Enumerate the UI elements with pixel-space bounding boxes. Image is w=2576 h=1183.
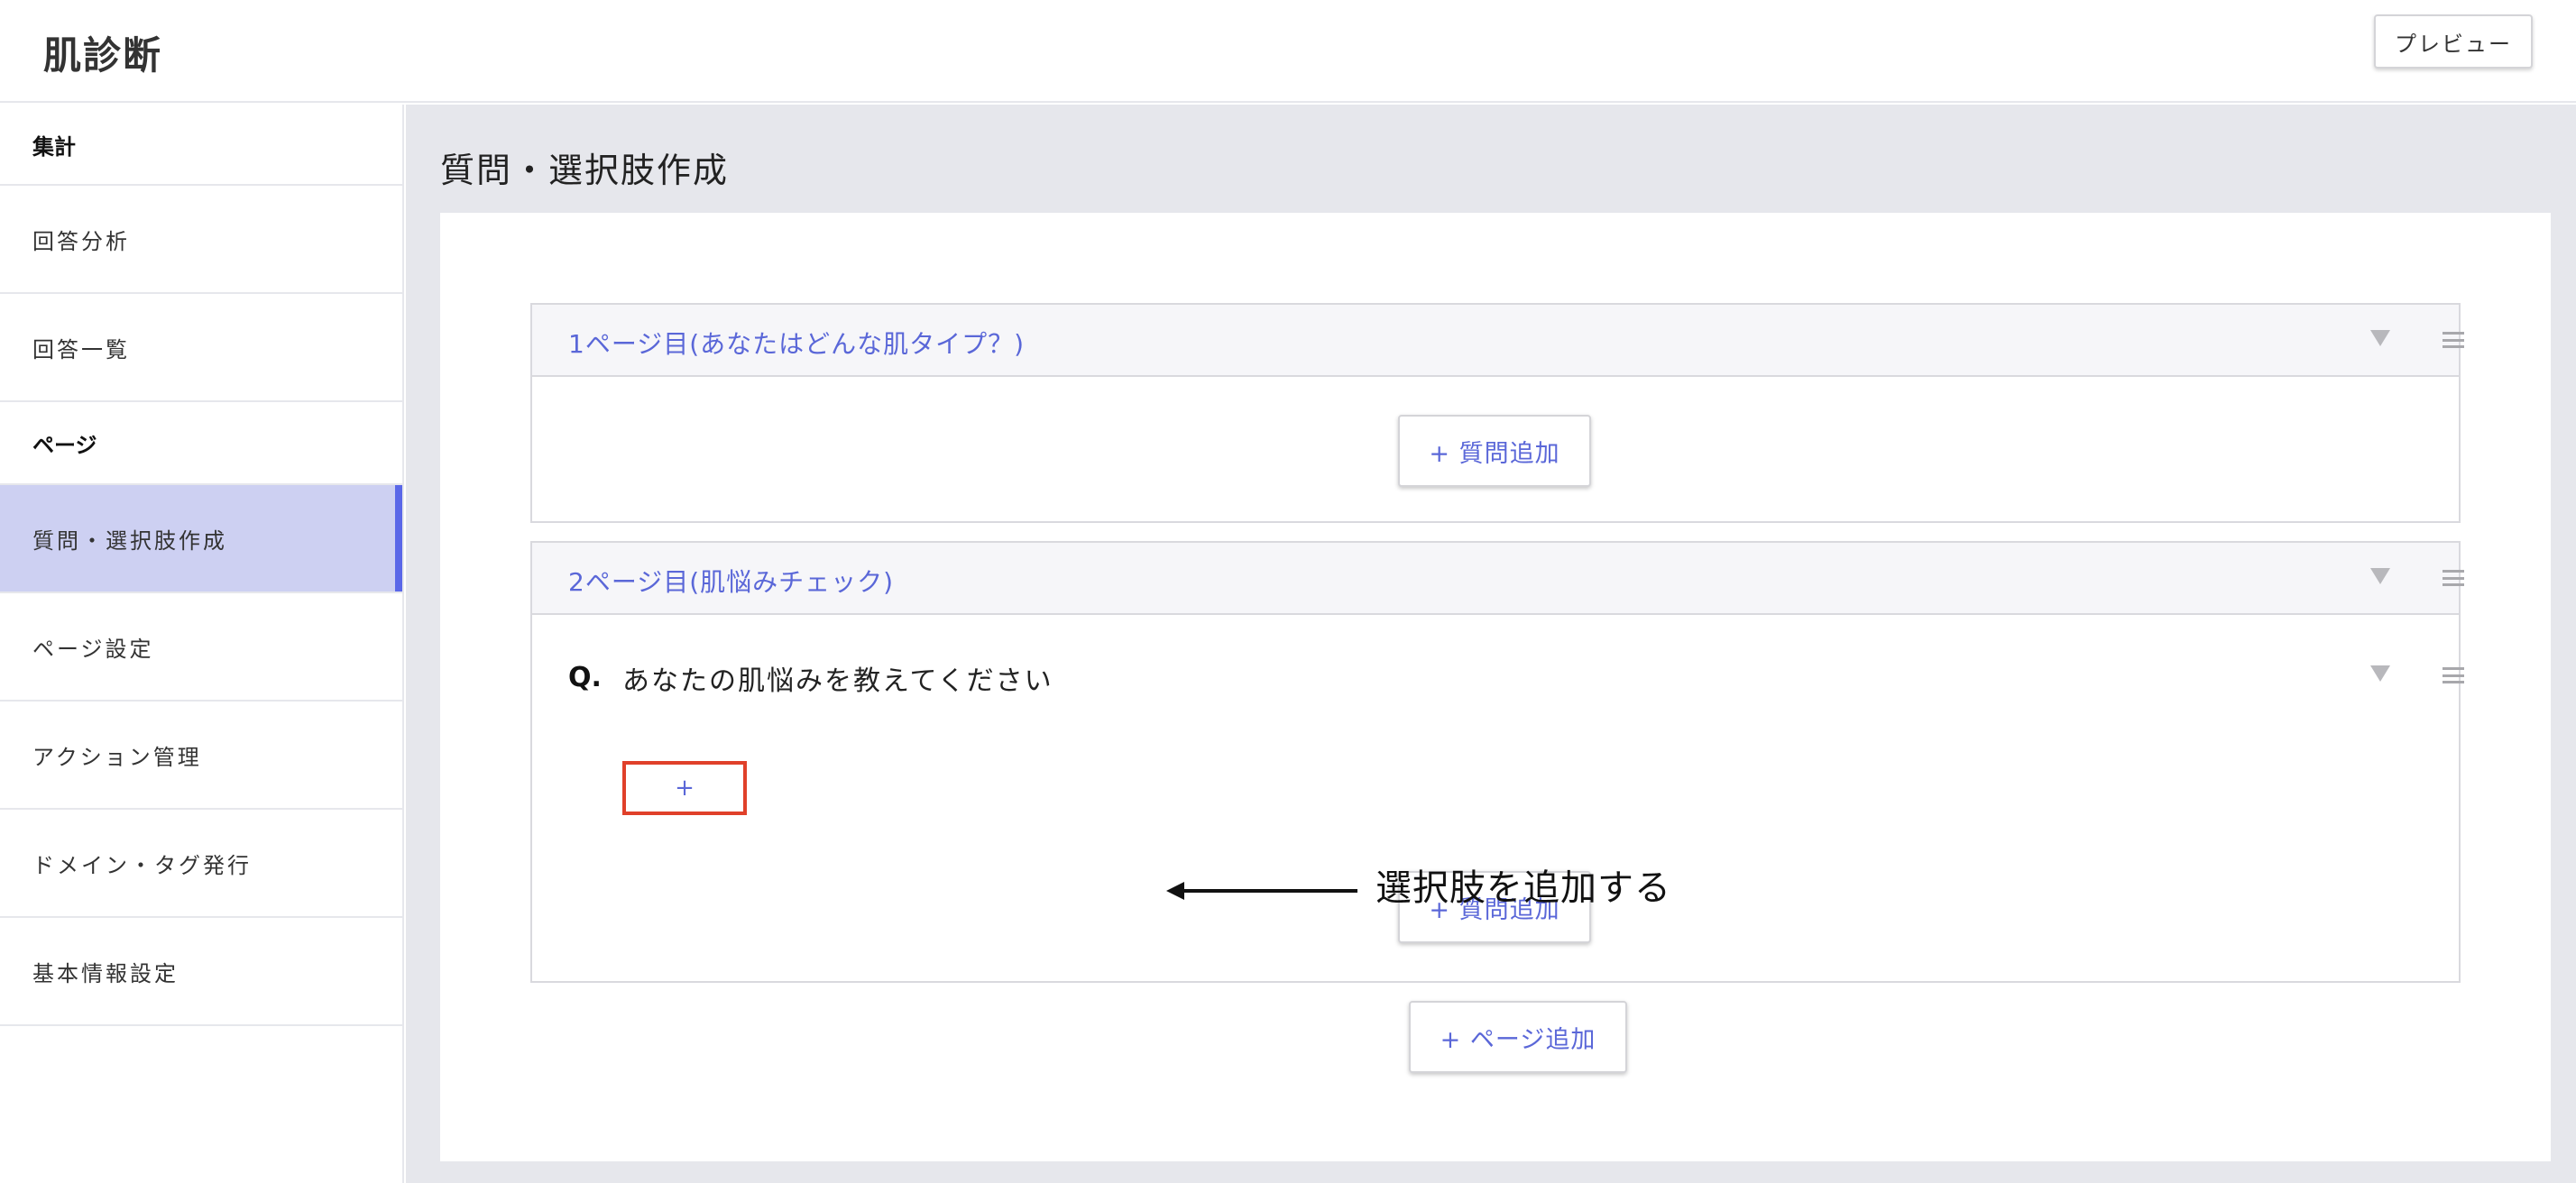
drag-handle-icon[interactable]	[2443, 332, 2464, 348]
editor-card: 1ページ目(あなたはどんな肌タイプ？) + 質問追加 2ページ目(肌悩みチェック…	[440, 213, 2551, 1161]
sidebar-item-action-management[interactable]: アクション管理	[0, 702, 402, 810]
annotation-arrow-line	[1182, 889, 1357, 893]
preview-button[interactable]: プレビュー	[2374, 14, 2533, 69]
add-choice-button[interactable]: +	[622, 761, 747, 815]
sidebar-item-basic-info[interactable]: 基本情報設定	[0, 918, 402, 1026]
main-content: 質問・選択肢作成 1ページ目(あなたはどんな肌タイプ？) + 質問追加 2ページ…	[406, 105, 2576, 1183]
sidebar-section-aggregate: 集計	[0, 105, 402, 186]
annotation-text: 選択肢を追加する	[1375, 867, 1671, 909]
add-question-button-1[interactable]: + 質問追加	[1398, 415, 1591, 487]
add-page-button[interactable]: + ページ追加	[1409, 1001, 1627, 1073]
page-block-2: 2ページ目(肌悩みチェック) Q. あなたの肌悩みを教えてください + + 質問…	[530, 541, 2464, 983]
sidebar-item-answer-list[interactable]: 回答一覧	[0, 294, 402, 402]
question-text[interactable]: あなたの肌悩みを教えてください	[622, 658, 1053, 698]
drag-handle-icon[interactable]	[2443, 667, 2464, 683]
question-area: Q. あなたの肌悩みを教えてください + + 質問追加	[532, 617, 2464, 981]
page-block-1: 1ページ目(あなたはどんな肌タイプ？) + 質問追加	[530, 303, 2464, 523]
page-title-2: 2ページ目(肌悩みチェック)	[568, 567, 895, 597]
page-title-1: 1ページ目(あなたはどんな肌タイプ？)	[568, 329, 1026, 359]
question-prefix: Q.	[568, 662, 602, 693]
app-header: 肌診断 プレビュー	[0, 0, 2576, 103]
page-header-1[interactable]: 1ページ目(あなたはどんな肌タイプ？)	[532, 305, 2464, 377]
app-title: 肌診断	[43, 33, 163, 78]
chevron-down-icon[interactable]	[2370, 330, 2390, 346]
drag-handle-icon[interactable]	[2443, 570, 2464, 586]
sidebar-item-domain-tag[interactable]: ドメイン・タグ発行	[0, 810, 402, 918]
page-header-2[interactable]: 2ページ目(肌悩みチェック)	[532, 543, 2464, 615]
page-title: 質問・選択肢作成	[440, 151, 730, 190]
sidebar: 集計 回答分析 回答一覧 ページ 質問・選択肢作成 ページ設定 アクション管理 …	[0, 105, 404, 1183]
chevron-down-icon[interactable]	[2370, 568, 2390, 584]
sidebar-item-question-choice-create[interactable]: 質問・選択肢作成	[0, 485, 402, 593]
sidebar-item-answer-analysis[interactable]: 回答分析	[0, 186, 402, 294]
sidebar-item-page-settings[interactable]: ページ設定	[0, 593, 402, 702]
sidebar-section-pages: ページ	[0, 402, 402, 485]
chevron-down-icon[interactable]	[2370, 665, 2390, 682]
